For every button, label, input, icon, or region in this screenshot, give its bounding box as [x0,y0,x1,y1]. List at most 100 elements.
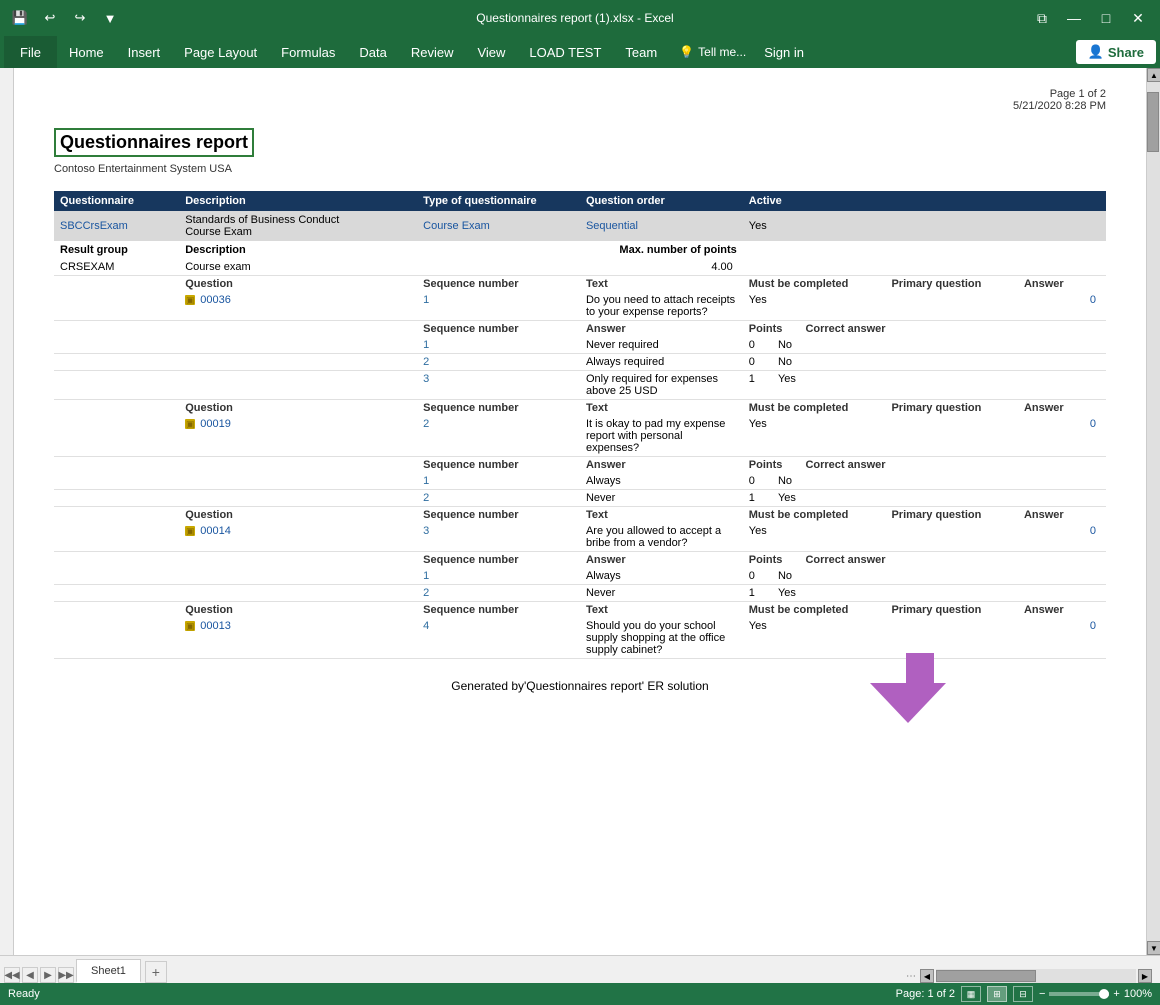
menu-team[interactable]: Team [613,36,669,68]
close-button[interactable]: ✕ [1124,7,1152,29]
content-wrapper: Page 1 of 2 5/21/2020 8:28 PM Questionna… [0,68,1160,955]
q1-icon: ▣ [185,295,195,305]
menu-home[interactable]: Home [57,36,116,68]
sign-in-button[interactable]: Sign in [756,41,812,64]
report-table: Questionnaire Description Type of questi… [54,191,1106,659]
question-header-2: Question Sequence number Text Must be co… [54,400,1106,417]
footer-text: Generated by'Questionnaires report' ER s… [451,679,708,693]
q3-answer-header: Sequence number Answer Points Correct an… [54,552,1106,569]
page-break-view-button[interactable]: ⊟ [1013,986,1033,1002]
page-header: Page 1 of 2 5/21/2020 8:28 PM [54,88,1106,112]
menu-view[interactable]: View [465,36,517,68]
tab-options-button[interactable]: ⋯ [904,969,918,983]
title-bar: 💾 ↩ ↪ ▼ Questionnaires report (1).xlsx -… [0,0,1160,36]
q2-answer-1: 1 Always 0 No [54,473,1106,490]
menu-insert[interactable]: Insert [116,36,173,68]
sheet-tab-1[interactable]: Sheet1 [76,959,141,983]
status-ready: Ready [8,988,40,1000]
q2-icon: ▣ [185,419,195,429]
question-1-data: ▣ 00036 1 Do you need to attach receipts… [54,292,1106,321]
question-header-3: Question Sequence number Text Must be co… [54,507,1106,524]
menu-formulas[interactable]: Formulas [269,36,347,68]
col-description: Description [179,191,417,211]
more-icon[interactable]: ▼ [98,6,122,30]
page-number: Page 1 of 2 [54,88,1106,100]
tab-first-button[interactable]: ◀◀ [4,967,20,983]
menu-bar: File Home Insert Page Layout Formulas Da… [0,36,1160,68]
result-group-data: CRSEXAM Course exam 4.00 [54,259,1106,276]
undo-icon[interactable]: ↩ [38,6,62,30]
page-date: 5/21/2020 8:28 PM [54,100,1106,112]
redo-icon[interactable]: ↪ [68,6,92,30]
q1-answer-1: 1 Never required 0 No [54,337,1106,354]
result-group-row: Result group Description Max. number of … [54,241,1106,259]
hscroll-right-button[interactable]: ▶ [1138,969,1152,983]
tab-last-button[interactable]: ▶▶ [58,967,74,983]
maximize-button[interactable]: □ [1092,7,1120,29]
hscroll-left-button[interactable]: ◀ [920,969,934,983]
menu-review[interactable]: Review [399,36,466,68]
zoom-thumb[interactable] [1099,989,1109,999]
page-layout-view-button[interactable]: ⊞ [987,986,1007,1002]
question-3-data: ▣ 00014 3 Are you allowed to accept a br… [54,523,1106,552]
q2-answer-2: 2 Never 1 Yes [54,490,1106,507]
hscroll-thumb[interactable] [936,970,1036,982]
question-header-4: Question Sequence number Text Must be co… [54,602,1106,619]
minimize-button[interactable]: — [1060,7,1088,29]
menu-file[interactable]: File [4,36,57,68]
q3-answer-1: 1 Always 0 No [54,568,1106,585]
scroll-track[interactable] [1147,82,1160,941]
menu-page-layout[interactable]: Page Layout [172,36,269,68]
hscroll-track[interactable] [936,969,1136,983]
col-type: Type of questionnaire [417,191,580,211]
tell-me-input[interactable]: 💡 Tell me... [669,41,756,63]
spreadsheet-area: Page 1 of 2 5/21/2020 8:28 PM Questionna… [14,68,1146,955]
questionnaire-value: SBCCrsExam [54,211,179,241]
tab-bar: ◀◀ ◀ ▶ ▶▶ Sheet1 + ⋯ ◀ ▶ [0,955,1160,983]
lightbulb-icon: 💡 [679,45,694,59]
zoom-slider[interactable] [1049,992,1109,996]
question-2-data: ▣ 00019 2 It is okay to pad my expense r… [54,416,1106,457]
scroll-down-button[interactable]: ▼ [1147,941,1160,955]
q1-answer-2: 2 Always required 0 No [54,354,1106,371]
q2-answer-header: Sequence number Answer Points Correct an… [54,457,1106,474]
menu-data[interactable]: Data [347,36,398,68]
status-bar: Ready Page: 1 of 2 ▦ ⊞ ⊟ − + 100% [0,983,1160,1005]
scroll-thumb[interactable] [1147,92,1159,152]
question-4-data: ▣ 00013 4 Should you do your school supp… [54,618,1106,659]
zoom-out-icon[interactable]: − [1039,988,1045,1000]
report-subtitle: Contoso Entertainment System USA [54,163,1106,175]
footer-area: Generated by'Questionnaires report' ER s… [54,659,1106,703]
tab-prev-button[interactable]: ◀ [22,967,38,983]
table-header-row: Questionnaire Description Type of questi… [54,191,1106,211]
q3-icon: ▣ [185,526,195,536]
page-info: Page: 1 of 2 [896,988,955,1000]
arrow-decoration [894,653,946,723]
q1-answer-3: 3 Only required for expenses above 25 US… [54,371,1106,400]
type-value: Course Exam [417,211,580,241]
zoom-level: 100% [1124,988,1152,1000]
right-scrollbar[interactable]: ▲ ▼ [1146,68,1160,955]
active-value: Yes [743,211,1106,241]
share-button[interactable]: 👤 Share [1076,40,1156,64]
share-icon: 👤 [1088,44,1104,60]
restore-button[interactable]: ⧉ [1028,7,1056,29]
col-active: Active [743,191,1106,211]
q4-icon: ▣ [185,621,195,631]
zoom-area: − + 100% [1039,988,1152,1000]
order-value: Sequential [580,211,743,241]
zoom-in-icon[interactable]: + [1113,988,1119,1000]
scroll-up-button[interactable]: ▲ [1147,68,1160,82]
q3-answer-2: 2 Never 1 Yes [54,585,1106,602]
report-title-box: Questionnaires report [54,128,254,157]
description-value: Standards of Business Conduct Course Exa… [179,211,417,241]
col-questionnaire: Questionnaire [54,191,179,211]
col-order: Question order [580,191,743,211]
save-icon[interactable]: 💾 [8,6,32,30]
normal-view-button[interactable]: ▦ [961,986,981,1002]
app-title: Questionnaires report (1).xlsx - Excel [122,11,1028,25]
add-sheet-button[interactable]: + [145,961,167,983]
tab-next-button[interactable]: ▶ [40,967,56,983]
menu-load-test[interactable]: LOAD TEST [517,36,613,68]
main-data-row: SBCCrsExam Standards of Business Conduct… [54,211,1106,241]
